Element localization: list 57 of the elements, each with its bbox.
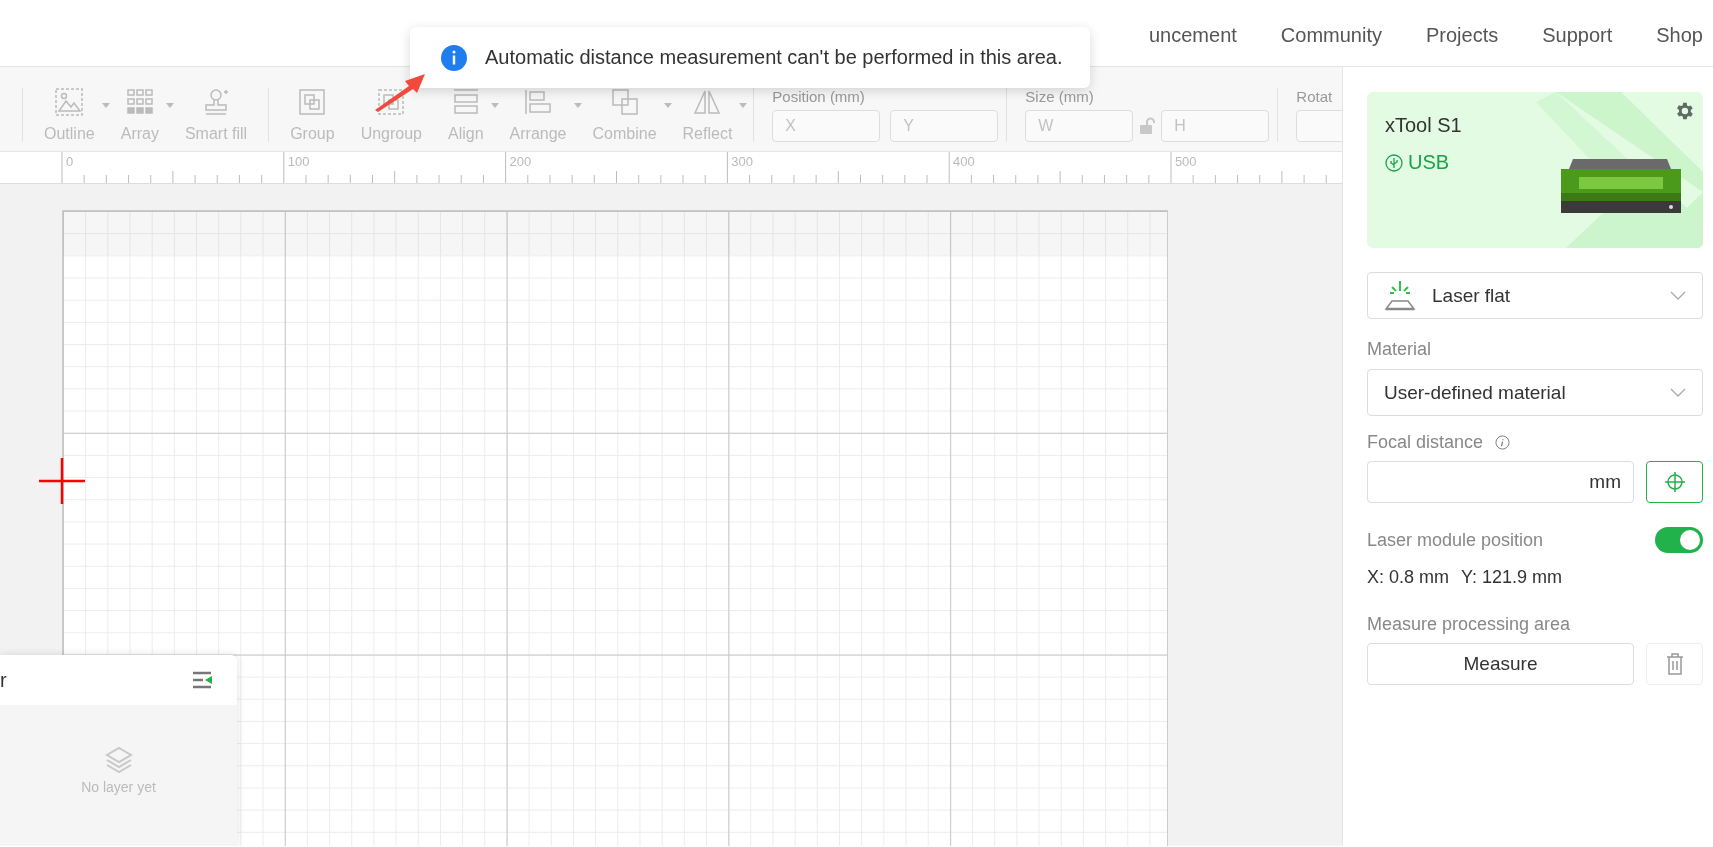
arrange-icon xyxy=(523,87,554,117)
group-icon xyxy=(297,87,328,117)
field-label: Measure processing area xyxy=(1367,614,1572,635)
nav-link[interactable]: Community xyxy=(1280,23,1382,47)
laser-icon xyxy=(1384,280,1416,311)
toggle-switch[interactable] xyxy=(1655,527,1703,553)
info-icon[interactable] xyxy=(1495,435,1511,450)
material-select[interactable]: User-defined material xyxy=(1367,369,1703,416)
focal-distance-field[interactable]: mm xyxy=(1367,461,1634,503)
pointer-arrow xyxy=(373,72,427,112)
trash-icon xyxy=(1665,653,1684,675)
device-card[interactable]: xTool S1 USB xyxy=(1367,92,1703,248)
unit-label: mm xyxy=(1589,471,1621,493)
usb-icon xyxy=(1385,153,1403,172)
nav-link[interactable]: uncement xyxy=(1149,23,1237,47)
combine-icon xyxy=(609,87,640,117)
ruler-label: 300 xyxy=(731,154,754,169)
position-reading: Y: 121.9 mm xyxy=(1461,567,1563,588)
field-label: Position (mm) xyxy=(772,88,866,105)
field-label: Focal distance xyxy=(1367,432,1484,453)
locate-button[interactable] xyxy=(1646,461,1703,503)
field-label: Size (mm) xyxy=(1025,88,1095,105)
position-reading: X: 0.8 mm xyxy=(1367,567,1450,588)
panel-title: r xyxy=(0,668,7,692)
cross-marker xyxy=(39,458,85,504)
chevron-down-icon xyxy=(1670,388,1686,397)
ruler-label: 100 xyxy=(287,154,310,169)
field-label: Rotat xyxy=(1296,88,1334,105)
ruler-label: 0 xyxy=(66,154,74,169)
ungroup-icon xyxy=(376,87,407,117)
info-icon xyxy=(441,44,467,71)
collapse-icon[interactable] xyxy=(193,671,213,689)
delete-button[interactable] xyxy=(1646,643,1703,685)
input-field[interactable]: Y xyxy=(890,110,999,142)
connection-status: USB xyxy=(1408,151,1450,174)
device-name: xTool S1 xyxy=(1385,114,1462,137)
input-field[interactable]: W xyxy=(1025,110,1134,142)
measure-button[interactable]: Measure xyxy=(1367,643,1634,685)
unlock-icon[interactable] xyxy=(1139,117,1156,135)
input-field[interactable]: X xyxy=(772,110,881,142)
field-label: Material xyxy=(1367,339,1433,360)
nav-link[interactable]: Shop xyxy=(1656,23,1703,47)
input-field[interactable]: H xyxy=(1161,110,1270,142)
toast-text: Automatic distance measurement can't be performed in this area. xyxy=(485,46,1063,69)
crosshair-icon xyxy=(1663,471,1686,493)
laser-mode-select[interactable]: Laser flat xyxy=(1367,272,1703,319)
ruler-label: 200 xyxy=(509,154,532,169)
nav-link[interactable]: Support xyxy=(1542,23,1613,47)
ruler-label: 500 xyxy=(1174,154,1197,169)
empty-message: No layer yet xyxy=(81,778,156,795)
ruler-label: 400 xyxy=(953,154,975,169)
chevron-down-icon xyxy=(1670,291,1686,300)
nav-link[interactable]: Projects xyxy=(1425,23,1499,47)
grid-icon xyxy=(124,87,155,117)
layers-icon xyxy=(104,744,133,773)
image-outline-icon xyxy=(54,87,85,117)
field-label: Laser module position xyxy=(1367,529,1544,551)
